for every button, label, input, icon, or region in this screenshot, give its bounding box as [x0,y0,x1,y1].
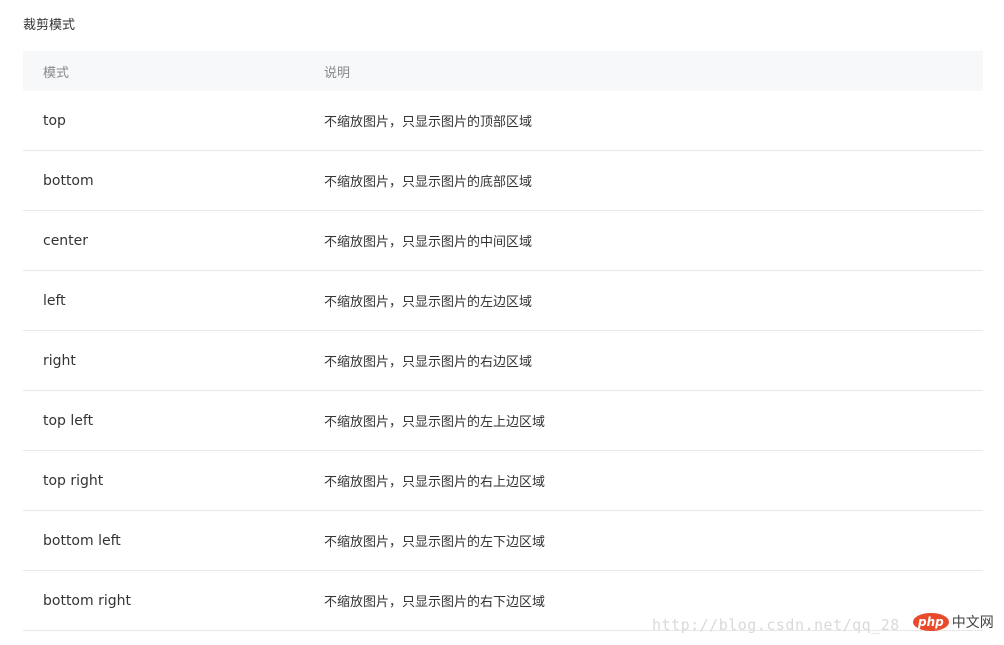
table-header: 模式 说明 [23,51,983,91]
logo-php-badge: php [913,613,949,631]
table-row: top right 不缩放图片，只显示图片的右上边区域 [23,451,983,511]
header-mode: 模式 [43,65,70,81]
cell-mode: top right [43,472,104,489]
cell-desc: 不缩放图片，只显示图片的左下边区域 [324,535,546,550]
table-row: top 不缩放图片，只显示图片的顶部区域 [23,91,983,151]
cell-mode: right [43,352,76,369]
cell-mode: bottom [43,172,94,189]
crop-mode-table: 模式 说明 top 不缩放图片，只显示图片的顶部区域 bottom 不缩放图片，… [23,51,983,631]
cell-desc: 不缩放图片，只显示图片的右上边区域 [324,475,546,490]
table-row: left 不缩放图片，只显示图片的左边区域 [23,271,983,331]
cell-desc: 不缩放图片，只显示图片的右边区域 [324,355,533,370]
table-row: bottom 不缩放图片，只显示图片的底部区域 [23,151,983,211]
cell-desc: 不缩放图片，只显示图片的底部区域 [324,175,533,190]
header-desc: 说明 [324,65,351,81]
logo-cn-text: 中文网 [951,615,994,631]
cell-mode: bottom right [43,592,131,609]
table-row: center 不缩放图片，只显示图片的中间区域 [23,211,983,271]
watermark-url: http://blog.csdn.net/qq_28 [652,616,900,634]
table-row: bottom left 不缩放图片，只显示图片的左下边区域 [23,511,983,571]
cell-desc: 不缩放图片，只显示图片的中间区域 [324,235,533,250]
cell-mode: bottom left [43,532,121,549]
cell-mode: top left [43,412,94,429]
table-row: right 不缩放图片，只显示图片的右边区域 [23,331,983,391]
cell-desc: 不缩放图片，只显示图片的右下边区域 [324,595,546,610]
cell-desc: 不缩放图片，只显示图片的左上边区域 [324,415,546,430]
php-cn-logo: php 中文网 [913,612,994,632]
cell-desc: 不缩放图片，只显示图片的顶部区域 [324,115,533,130]
cell-mode: left [43,292,66,309]
section-title: 裁剪模式 [23,18,76,33]
cell-desc: 不缩放图片，只显示图片的左边区域 [324,295,533,310]
cell-mode: top [43,112,66,129]
table-row: top left 不缩放图片，只显示图片的左上边区域 [23,391,983,451]
cell-mode: center [43,232,89,249]
